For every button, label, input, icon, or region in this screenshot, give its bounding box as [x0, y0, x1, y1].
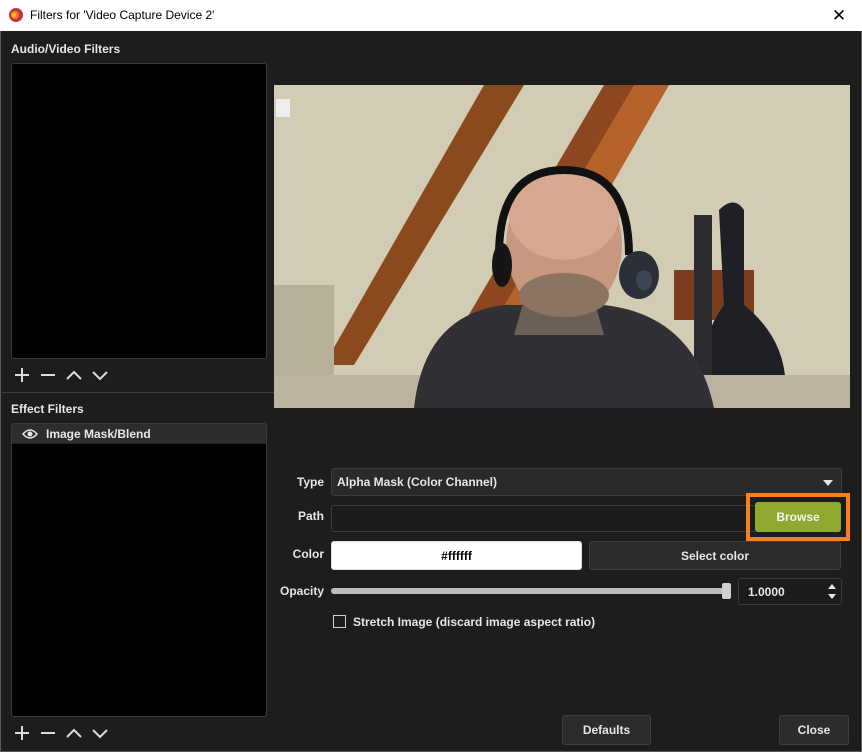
webcam-preview-image — [274, 85, 850, 408]
path-label: Path — [297, 509, 324, 523]
browse-button[interactable]: Browse — [755, 502, 841, 532]
stretch-image-label: Stretch Image (discard image aspect rati… — [353, 615, 596, 629]
chevron-down-icon — [92, 729, 108, 739]
color-label: Color — [292, 547, 324, 561]
add-effect-filter-button[interactable] — [11, 724, 33, 742]
minus-icon — [41, 374, 55, 376]
stretch-image-checkbox[interactable] — [333, 615, 346, 628]
title-bar: Filters for 'Video Capture Device 2' ✕ — [0, 0, 862, 31]
opacity-slider-handle[interactable] — [722, 583, 731, 599]
effect-filters-toolbar — [11, 724, 111, 742]
defaults-button[interactable]: Defaults — [562, 715, 651, 745]
opacity-value: 1.0000 — [748, 584, 785, 599]
chevron-up-icon — [66, 370, 82, 380]
remove-filter-button[interactable] — [37, 366, 59, 384]
video-preview — [274, 85, 850, 408]
section-divider — [2, 392, 276, 393]
audio-video-filters-label: Audio/Video Filters — [11, 42, 121, 56]
eye-visibility-icon[interactable] — [22, 428, 38, 440]
plus-icon — [15, 368, 29, 382]
obs-app-icon — [9, 8, 23, 22]
chevron-down-icon — [92, 371, 108, 381]
select-color-button[interactable]: Select color — [589, 541, 841, 570]
type-label: Type — [296, 475, 324, 489]
effect-filter-item[interactable]: Image Mask/Blend — [12, 424, 266, 444]
move-effect-filter-down-button[interactable] — [89, 724, 111, 742]
dropdown-caret-icon — [823, 480, 833, 486]
minus-icon — [41, 732, 55, 734]
opacity-slider[interactable] — [331, 588, 731, 594]
close-window-icon[interactable]: ✕ — [816, 0, 862, 31]
spin-up-icon[interactable] — [828, 584, 836, 589]
opacity-spinbox[interactable]: 1.0000 — [738, 578, 842, 605]
move-effect-filter-up-button[interactable] — [63, 724, 85, 742]
remove-effect-filter-button[interactable] — [37, 724, 59, 742]
spin-down-icon[interactable] — [828, 594, 836, 599]
effect-filters-list[interactable] — [11, 423, 267, 717]
close-button[interactable]: Close — [779, 715, 849, 745]
type-select-value: Alpha Mask (Color Channel) — [337, 475, 498, 489]
opacity-label: Opacity — [279, 584, 324, 598]
path-input[interactable] — [331, 505, 756, 532]
color-swatch[interactable]: #ffffff — [331, 541, 582, 570]
audio-video-filters-list[interactable] — [11, 63, 267, 359]
plus-icon — [15, 726, 29, 740]
move-filter-up-button[interactable] — [63, 366, 85, 384]
window-title: Filters for 'Video Capture Device 2' — [30, 8, 215, 22]
chevron-up-icon — [66, 728, 82, 738]
move-filter-down-button[interactable] — [89, 366, 111, 384]
type-select[interactable]: Alpha Mask (Color Channel) — [331, 468, 842, 496]
opacity-slider-fill — [331, 588, 731, 594]
audio-video-toolbar — [11, 366, 111, 384]
effect-filters-label: Effect Filters — [11, 402, 84, 416]
add-filter-button[interactable] — [11, 366, 33, 384]
effect-filter-name: Image Mask/Blend — [46, 426, 151, 441]
